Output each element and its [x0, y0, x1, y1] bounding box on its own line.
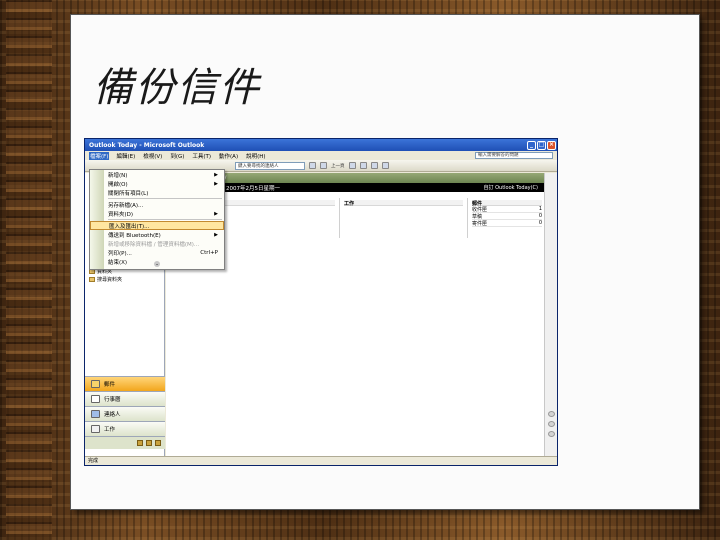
submenu-arrow-icon: ▶ — [214, 171, 218, 178]
tasks-column: 工作 — [340, 198, 468, 238]
nav-label: 郵件 — [104, 382, 116, 388]
nav-button-tasks[interactable]: 工作 — [85, 421, 165, 436]
menu-item-close-all[interactable]: 關閉所有項目(L) — [90, 188, 224, 197]
customize-link[interactable]: 自訂 Outlook Today(C) — [484, 184, 539, 191]
mail-folder-count: 1 — [538, 206, 542, 212]
menu-item-label: 關閉所有項目(L) — [108, 190, 149, 197]
nav-label: 行事曆 — [104, 397, 121, 403]
menu-item-send-bluetooth[interactable]: 傳送到 Bluetooth(E) ▶ — [90, 230, 224, 239]
folder-item[interactable]: 搜尋資料夾 — [89, 275, 122, 283]
mail-column: 郵件 收件匣 1 草稿 0 寄件匣 0 — [468, 198, 546, 238]
menu-help[interactable]: 說明(H) — [245, 152, 266, 160]
folder-list-icon[interactable] — [146, 440, 152, 446]
home-icon[interactable] — [381, 162, 389, 169]
menu-item-data-file[interactable]: 新增或移除資料檔 / 管理資料檔(M)... — [90, 239, 224, 248]
nav-button-mail[interactable]: 郵件 — [85, 376, 165, 391]
contacts-icon — [91, 410, 100, 418]
submenu-arrow-icon: ▶ — [214, 180, 218, 187]
maximize-button[interactable]: □ — [537, 140, 546, 150]
slide-title: 備份信件 — [93, 65, 261, 111]
submenu-arrow-icon: ▶ — [214, 210, 218, 217]
menu-item-label: 傳送到 Bluetooth(E) — [108, 232, 161, 239]
menu-separator — [108, 219, 222, 220]
chevron-down-icon: ⌄ — [154, 261, 160, 267]
menu-item-new[interactable]: 新增(N) ▶ — [90, 170, 224, 179]
menu-item-print[interactable]: 列印(P)... Ctrl+P — [90, 248, 224, 257]
nav-label: 工作 — [104, 427, 116, 433]
folder-label: 搜尋資料夾 — [97, 276, 123, 283]
notes-icon[interactable] — [137, 440, 143, 446]
nav-footer — [85, 436, 165, 449]
menu-actions[interactable]: 動作(A) — [218, 152, 239, 160]
minimize-button[interactable]: _ — [527, 140, 536, 150]
tasks-icon — [91, 425, 100, 433]
today-date: 2007年2月5日星期一 — [226, 185, 280, 192]
outlook-window: Outlook Today - Microsoft Outlook _ □ × … — [84, 138, 558, 466]
help-icon[interactable] — [309, 162, 316, 169]
right-scroll-strip — [544, 173, 557, 458]
mail-folder-name: 寄件匣 — [472, 221, 488, 227]
menu-item-shortcut: Ctrl+P — [200, 249, 218, 256]
menu-item-label: 新增(N) — [108, 172, 128, 179]
mail-row[interactable]: 草稿 0 — [472, 213, 542, 220]
mail-folder-count: 0 — [538, 213, 542, 219]
mail-folder-name: 收件匣 — [472, 207, 488, 213]
window-title: Outlook Today - Microsoft Outlook — [89, 141, 205, 149]
menu-item-folder[interactable]: 資料夾(D) ▶ — [90, 209, 224, 218]
stop-icon[interactable] — [359, 162, 367, 169]
menu-file[interactable]: 檔案(F) — [89, 151, 110, 160]
back-label[interactable]: 上一頁 — [331, 163, 345, 169]
menu-bar: 檔案(F) 編輯(E) 檢視(V) 到(G) 工具(T) 動作(A) 說明(H)… — [85, 151, 557, 160]
nav-buttons: 郵件 行事曆 連絡人 工作 — [85, 376, 165, 449]
file-menu-dropdown: 新增(N) ▶ 開啟(O) ▶ 關閉所有項目(L) 另存新檔(A)... 資料夾… — [89, 169, 225, 270]
help-search-input[interactable]: 輸入需要解答的問題 — [475, 152, 553, 159]
menu-item-import-export[interactable]: 匯入及匯出(T)... — [90, 221, 224, 230]
scroll-middle-icon[interactable] — [548, 421, 555, 427]
mail-folder-count: 0 — [538, 220, 542, 226]
menu-go[interactable]: 到(G) — [169, 152, 185, 160]
menu-view[interactable]: 檢視(V) — [142, 152, 163, 160]
menu-item-label: 資料夾(D) — [108, 211, 134, 218]
folder-icon — [89, 276, 95, 282]
nav-button-calendar[interactable]: 行事曆 — [85, 391, 165, 406]
scroll-up-icon[interactable] — [548, 411, 555, 417]
menu-item-open[interactable]: 開啟(O) ▶ — [90, 179, 224, 188]
contact-search-input[interactable]: 鍵入要尋找的連絡人 — [235, 161, 305, 170]
calendar-icon — [91, 395, 100, 403]
menu-item-label: 開啟(O) — [108, 181, 128, 188]
tasks-column-header: 工作 — [344, 200, 463, 207]
back-icon[interactable] — [320, 162, 327, 169]
menu-item-save-as[interactable]: 另存新檔(A)... — [90, 200, 224, 209]
mail-folder-name: 草稿 — [472, 214, 483, 220]
mail-row[interactable]: 寄件匣 0 — [472, 220, 542, 227]
menu-item-label: 匯入及匯出(T)... — [109, 223, 150, 230]
menu-edit[interactable]: 編輯(E) — [115, 152, 136, 160]
menu-separator — [108, 198, 222, 199]
slide: 備份信件 Outlook Today - Microsoft Outlook _… — [70, 14, 700, 510]
refresh-icon[interactable] — [370, 162, 378, 169]
title-bar: Outlook Today - Microsoft Outlook _ □ × — [85, 139, 557, 151]
scroll-down-icon[interactable] — [548, 431, 555, 437]
nav-button-contacts[interactable]: 連絡人 — [85, 406, 165, 421]
menu-expand[interactable]: ⌄ — [90, 261, 224, 269]
menu-tools[interactable]: 工具(T) — [191, 152, 212, 160]
status-bar: 完成 — [85, 456, 557, 465]
mail-icon — [91, 380, 100, 388]
nav-label: 連絡人 — [104, 412, 121, 418]
mail-row[interactable]: 收件匣 1 — [472, 206, 542, 213]
close-button[interactable]: × — [547, 140, 556, 150]
wood-border-strip — [6, 0, 52, 540]
menu-item-label: 新增或移除資料檔 / 管理資料檔(M)... — [108, 241, 200, 248]
menu-item-label: 另存新檔(A)... — [108, 202, 144, 209]
menu-item-label: 列印(P)... — [108, 250, 132, 257]
submenu-arrow-icon: ▶ — [214, 231, 218, 238]
shortcuts-icon[interactable] — [155, 440, 161, 446]
forward-icon[interactable] — [348, 162, 356, 169]
